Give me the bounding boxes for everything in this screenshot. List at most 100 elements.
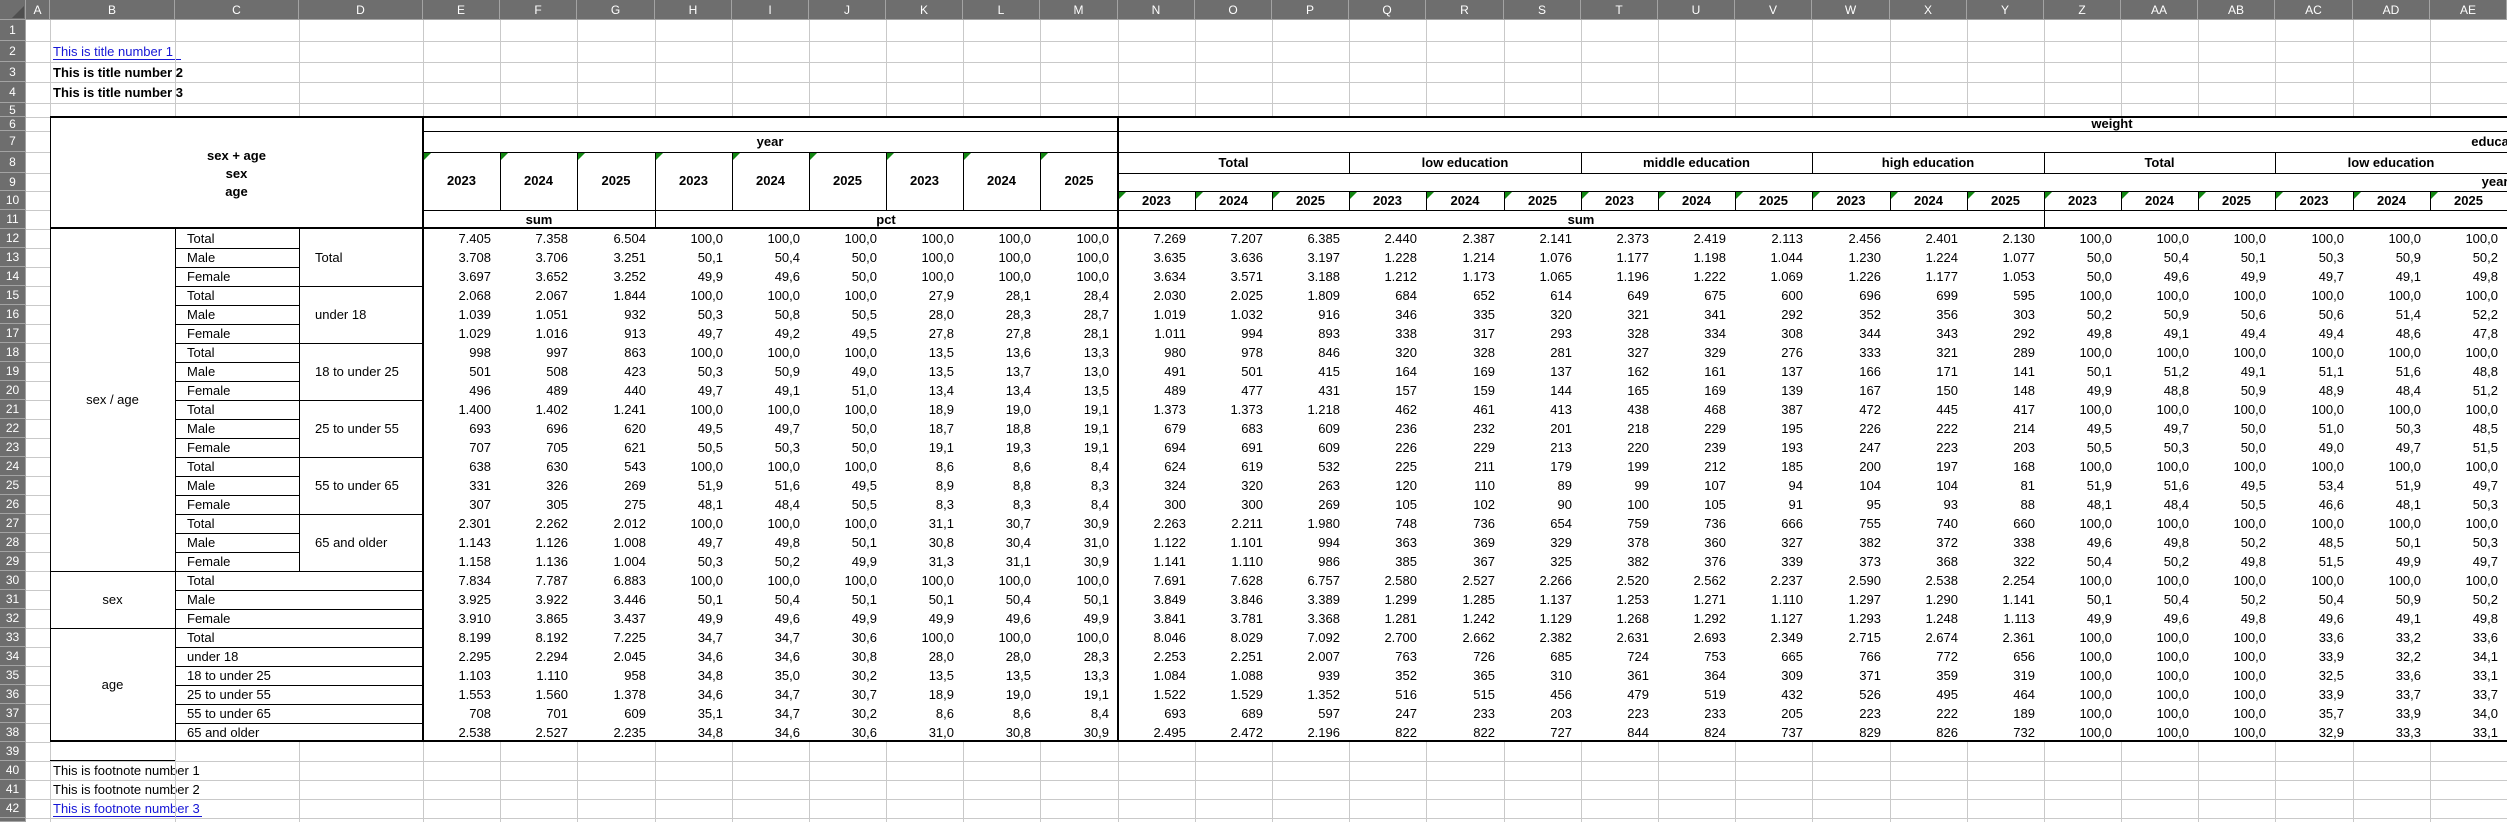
cell-N12[interactable]: 7.269	[1118, 229, 1195, 248]
cell-O12[interactable]: 7.207	[1195, 229, 1272, 248]
cell-G34[interactable]: 2.045	[577, 647, 655, 666]
cell-L35[interactable]: 13,5	[963, 666, 1040, 685]
cell-Q30[interactable]: 2.580	[1349, 571, 1426, 590]
cell-E22[interactable]: 693	[423, 419, 500, 438]
cell-L13[interactable]: 100,0	[963, 248, 1040, 267]
cell-AE20[interactable]: 51,2	[2430, 381, 2507, 400]
cell-AC24[interactable]: 100,0	[2275, 457, 2353, 476]
column-header-AA[interactable]: AA	[2121, 0, 2198, 20]
cell-AD16[interactable]: 51,4	[2353, 305, 2430, 324]
cell-I37[interactable]: 34,7	[732, 704, 809, 723]
cell-Z12[interactable]: 100,0	[2044, 229, 2121, 248]
row-header-13[interactable]: 13	[0, 248, 26, 267]
cell-AA20[interactable]: 48,8	[2121, 381, 2198, 400]
cell-AD21[interactable]: 100,0	[2353, 400, 2430, 419]
column-header-R[interactable]: R	[1426, 0, 1504, 20]
cell-U12[interactable]: 2.419	[1658, 229, 1735, 248]
cell-L38[interactable]: 30,8	[963, 723, 1040, 742]
column-header-V[interactable]: V	[1735, 0, 1812, 20]
cell-AE25[interactable]: 49,7	[2430, 476, 2507, 495]
cell-X37[interactable]: 222	[1890, 704, 1967, 723]
cell-I16[interactable]: 50,8	[732, 305, 809, 324]
cell-X32[interactable]: 1.248	[1890, 609, 1967, 628]
cell-F17[interactable]: 1.016	[500, 324, 577, 343]
cell-X22[interactable]: 222	[1890, 419, 1967, 438]
footnote-2[interactable]: This is footnote number 2	[53, 780, 206, 799]
cell-AD35[interactable]: 33,6	[2353, 666, 2430, 685]
cell-R26[interactable]: 102	[1426, 495, 1504, 514]
cell-AD32[interactable]: 49,1	[2353, 609, 2430, 628]
header-group-4[interactable]: Total	[2044, 152, 2275, 173]
cell-W21[interactable]: 472	[1812, 400, 1890, 419]
cell-O32[interactable]: 3.781	[1195, 609, 1272, 628]
cell-E38[interactable]: 2.538	[423, 723, 500, 742]
cell-Z36[interactable]: 100,0	[2044, 685, 2121, 704]
cell-J26[interactable]: 50,5	[809, 495, 886, 514]
cell-X29[interactable]: 368	[1890, 552, 1967, 571]
cell-AC33[interactable]: 33,6	[2275, 628, 2353, 647]
cell-Q15[interactable]: 684	[1349, 286, 1426, 305]
cell-Q24[interactable]: 225	[1349, 457, 1426, 476]
cell-AC15[interactable]: 100,0	[2275, 286, 2353, 305]
cell-I35[interactable]: 35,0	[732, 666, 809, 685]
cell-V29[interactable]: 339	[1735, 552, 1812, 571]
year-cell-H[interactable]: 2023	[655, 152, 732, 210]
cell-R13[interactable]: 1.214	[1426, 248, 1504, 267]
cell-F16[interactable]: 1.051	[500, 305, 577, 324]
cell-AA27[interactable]: 100,0	[2121, 514, 2198, 533]
cell-U16[interactable]: 341	[1658, 305, 1735, 324]
column-header-C[interactable]: C	[175, 0, 299, 20]
cell-G17[interactable]: 913	[577, 324, 655, 343]
cell-F28[interactable]: 1.126	[500, 533, 577, 552]
cell-R19[interactable]: 169	[1426, 362, 1504, 381]
row-header-42[interactable]: 42	[0, 799, 26, 818]
cell-O23[interactable]: 691	[1195, 438, 1272, 457]
cell-Y32[interactable]: 1.113	[1967, 609, 2044, 628]
cell-AC36[interactable]: 33,9	[2275, 685, 2353, 704]
cell-AA14[interactable]: 49,6	[2121, 267, 2198, 286]
cell-H32[interactable]: 49,9	[655, 609, 732, 628]
column-header-B[interactable]: B	[50, 0, 175, 20]
cell-Y28[interactable]: 338	[1967, 533, 2044, 552]
cell-I27[interactable]: 100,0	[732, 514, 809, 533]
cell-I26[interactable]: 48,4	[732, 495, 809, 514]
cell-W30[interactable]: 2.590	[1812, 571, 1890, 590]
cell-E15[interactable]: 2.068	[423, 286, 500, 305]
row-header-19[interactable]: 19	[0, 362, 26, 381]
cell-AC38[interactable]: 32,9	[2275, 723, 2353, 742]
cell-AB32[interactable]: 49,8	[2198, 609, 2275, 628]
cell-O24[interactable]: 619	[1195, 457, 1272, 476]
cell-F32[interactable]: 3.865	[500, 609, 577, 628]
cell-I15[interactable]: 100,0	[732, 286, 809, 305]
cell-AD28[interactable]: 50,1	[2353, 533, 2430, 552]
cell-L25[interactable]: 8,8	[963, 476, 1040, 495]
cell-P23[interactable]: 609	[1272, 438, 1349, 457]
cell-I21[interactable]: 100,0	[732, 400, 809, 419]
cell-AD26[interactable]: 48,1	[2353, 495, 2430, 514]
cell-AA26[interactable]: 48,4	[2121, 495, 2198, 514]
cell-X12[interactable]: 2.401	[1890, 229, 1967, 248]
cell-D15[interactable]: under 18	[315, 305, 421, 324]
cell-O34[interactable]: 2.251	[1195, 647, 1272, 666]
cell-C34[interactable]: under 18	[187, 647, 417, 666]
cell-E28[interactable]: 1.143	[423, 533, 500, 552]
cell-AE17[interactable]: 47,8	[2430, 324, 2507, 343]
cell-G31[interactable]: 3.446	[577, 590, 655, 609]
year-cell-N[interactable]: 2023	[1118, 191, 1195, 210]
cell-Z22[interactable]: 49,5	[2044, 419, 2121, 438]
cell-W31[interactable]: 1.297	[1812, 590, 1890, 609]
cell-E16[interactable]: 1.039	[423, 305, 500, 324]
cell-Q36[interactable]: 516	[1349, 685, 1426, 704]
cell-U36[interactable]: 519	[1658, 685, 1735, 704]
cell-J14[interactable]: 50,0	[809, 267, 886, 286]
column-header-W[interactable]: W	[1812, 0, 1890, 20]
row-header-20[interactable]: 20	[0, 381, 26, 400]
cell-Q21[interactable]: 462	[1349, 400, 1426, 419]
column-header-G[interactable]: G	[577, 0, 655, 20]
cell-C20[interactable]: Female	[187, 381, 297, 400]
cell-X14[interactable]: 1.177	[1890, 267, 1967, 286]
cell-AD29[interactable]: 49,9	[2353, 552, 2430, 571]
year-cell-V[interactable]: 2025	[1735, 191, 1812, 210]
cell-V26[interactable]: 91	[1735, 495, 1812, 514]
cell-W12[interactable]: 2.456	[1812, 229, 1890, 248]
